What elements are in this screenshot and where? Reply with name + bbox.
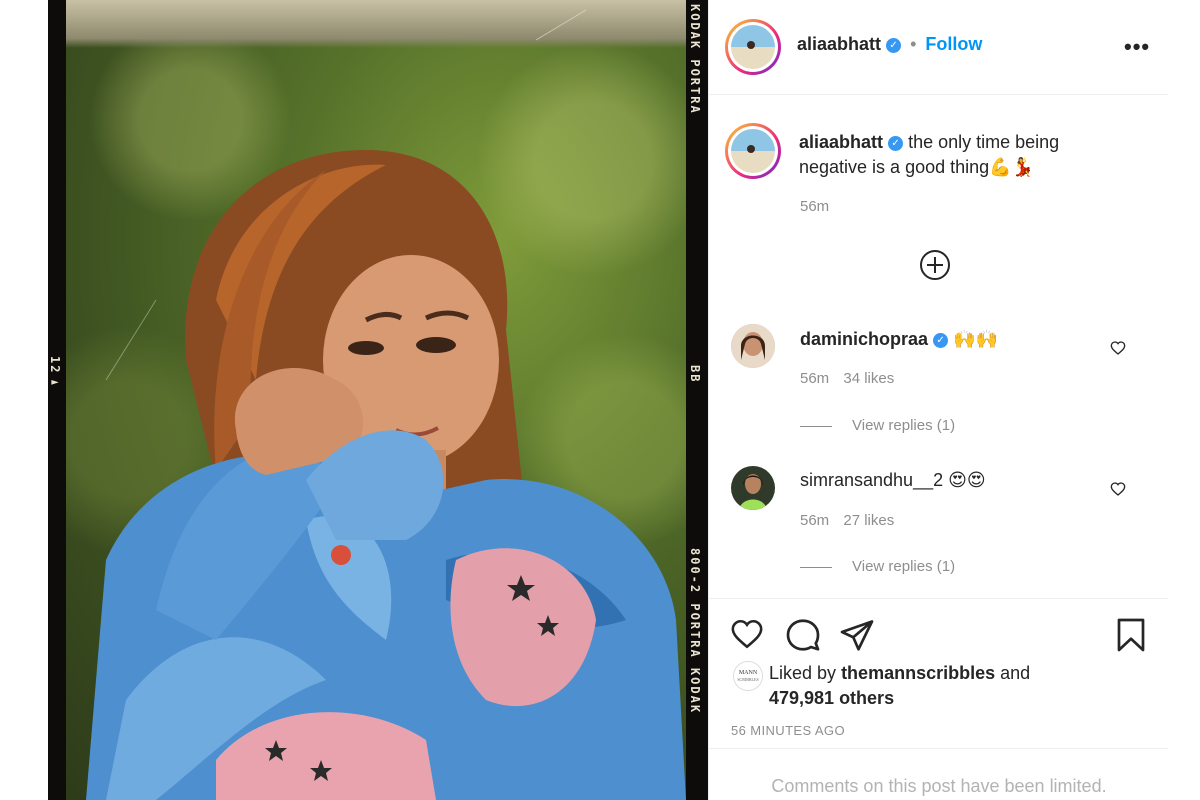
liked-by-and: and [1000, 663, 1031, 683]
post-timestamp[interactable]: 56 MINUTES AGO [731, 723, 845, 738]
comment-2: simransandhu__2 😍😍 [800, 470, 986, 491]
page-margin-right [1168, 0, 1200, 800]
heart-icon[interactable] [729, 617, 765, 651]
comment-likes[interactable]: 27 likes [843, 512, 894, 529]
likes-count[interactable]: 479,981 others [769, 688, 894, 708]
comment-meta: 56m 34 likes [800, 370, 894, 387]
beach-avatar-icon [731, 25, 775, 69]
share-icon[interactable] [839, 617, 875, 653]
follow-button[interactable]: Follow [925, 34, 982, 54]
caption-text-line1: the only time being [908, 132, 1060, 152]
comment-icon[interactable] [785, 617, 821, 653]
caption-text-line2: negative is a good thing💪💃 [799, 157, 1034, 177]
replies-divider [800, 425, 832, 427]
comment-time: 56m [800, 370, 830, 387]
post-actions: MANN SCRIBBLES Liked by themannscribbles… [709, 598, 1169, 748]
comment-like-heart-icon[interactable] [1110, 481, 1126, 497]
view-replies-button[interactable]: View replies (1) [800, 417, 955, 434]
liked-by-prefix: Liked by [769, 663, 837, 683]
author-avatar[interactable] [725, 19, 781, 75]
post-side-panel: aliaabhatt ✓ • Follow ••• aliaabhatt ✓ t… [708, 0, 1169, 800]
portrait-illustration [86, 9, 686, 800]
view-replies-label: View replies (1) [852, 558, 956, 575]
comment-1: daminichopraa ✓ 🙌🙌 [800, 329, 998, 350]
liked-by: Liked by themannscribbles and 479,981 ot… [769, 661, 1149, 711]
author-username[interactable]: aliaabhatt [797, 34, 881, 54]
verified-icon: ✓ [886, 37, 902, 53]
brand-logo-icon: MANN SCRIBBLES [734, 662, 762, 690]
liker-avatar[interactable]: MANN SCRIBBLES [733, 661, 763, 691]
commenter-avatar[interactable] [731, 466, 775, 510]
person-avatar-icon [731, 466, 775, 510]
person-avatar-icon [731, 324, 775, 368]
verified-icon: ✓ [888, 135, 904, 151]
load-more-comments-button[interactable] [919, 249, 951, 286]
comment-meta: 56m 27 likes [800, 512, 894, 529]
film-text-mid: BB [688, 365, 702, 384]
caption-avatar[interactable] [725, 123, 781, 179]
more-icon[interactable]: ••• [1124, 34, 1150, 60]
comments-limited-text: Comments on this post have been limited. [771, 776, 1107, 796]
comment-username[interactable]: simransandhu__2 [800, 470, 943, 490]
film-text-left: 12► [48, 356, 62, 391]
bookmark-icon[interactable] [1113, 617, 1149, 653]
comment-likes[interactable]: 34 likes [843, 370, 894, 387]
view-replies-label: View replies (1) [852, 417, 956, 434]
caption-time: 56m [800, 198, 830, 215]
svg-text:MANN: MANN [739, 670, 758, 676]
comment-like-heart-icon[interactable] [1110, 340, 1126, 356]
svg-text:SCRIBBLES: SCRIBBLES [737, 677, 758, 682]
comment-username[interactable]: daminichopraa [800, 329, 928, 349]
liked-by-user[interactable]: themannscribbles [841, 663, 995, 683]
plus-circle-icon [920, 250, 950, 280]
beach-avatar-icon [731, 129, 775, 173]
caption-username[interactable]: aliaabhatt [799, 132, 883, 152]
comment-time: 56m [800, 512, 830, 529]
replies-divider [800, 566, 832, 568]
film-text-bottom: 800-2 PORTRA KODAK [688, 548, 702, 715]
caption: aliaabhatt ✓ the only time being negativ… [799, 130, 1139, 180]
comment-text: 🙌🙌 [953, 329, 998, 349]
commenter-avatar[interactable] [731, 324, 775, 368]
post-photo[interactable]: KODAK PORTRA 12► BB 800-2 PORTRA KODAK [48, 0, 708, 800]
comments-limited-footer: Comments on this post have been limited. [709, 748, 1169, 800]
post-header: aliaabhatt ✓ • Follow ••• [709, 0, 1169, 95]
film-text-top: KODAK PORTRA [688, 4, 702, 115]
comment-text: 😍😍 [948, 470, 986, 490]
view-replies-button[interactable]: View replies (1) [800, 558, 955, 575]
photo-image [66, 0, 686, 800]
verified-icon: ✓ [933, 332, 949, 348]
header-separator: • [910, 34, 917, 54]
